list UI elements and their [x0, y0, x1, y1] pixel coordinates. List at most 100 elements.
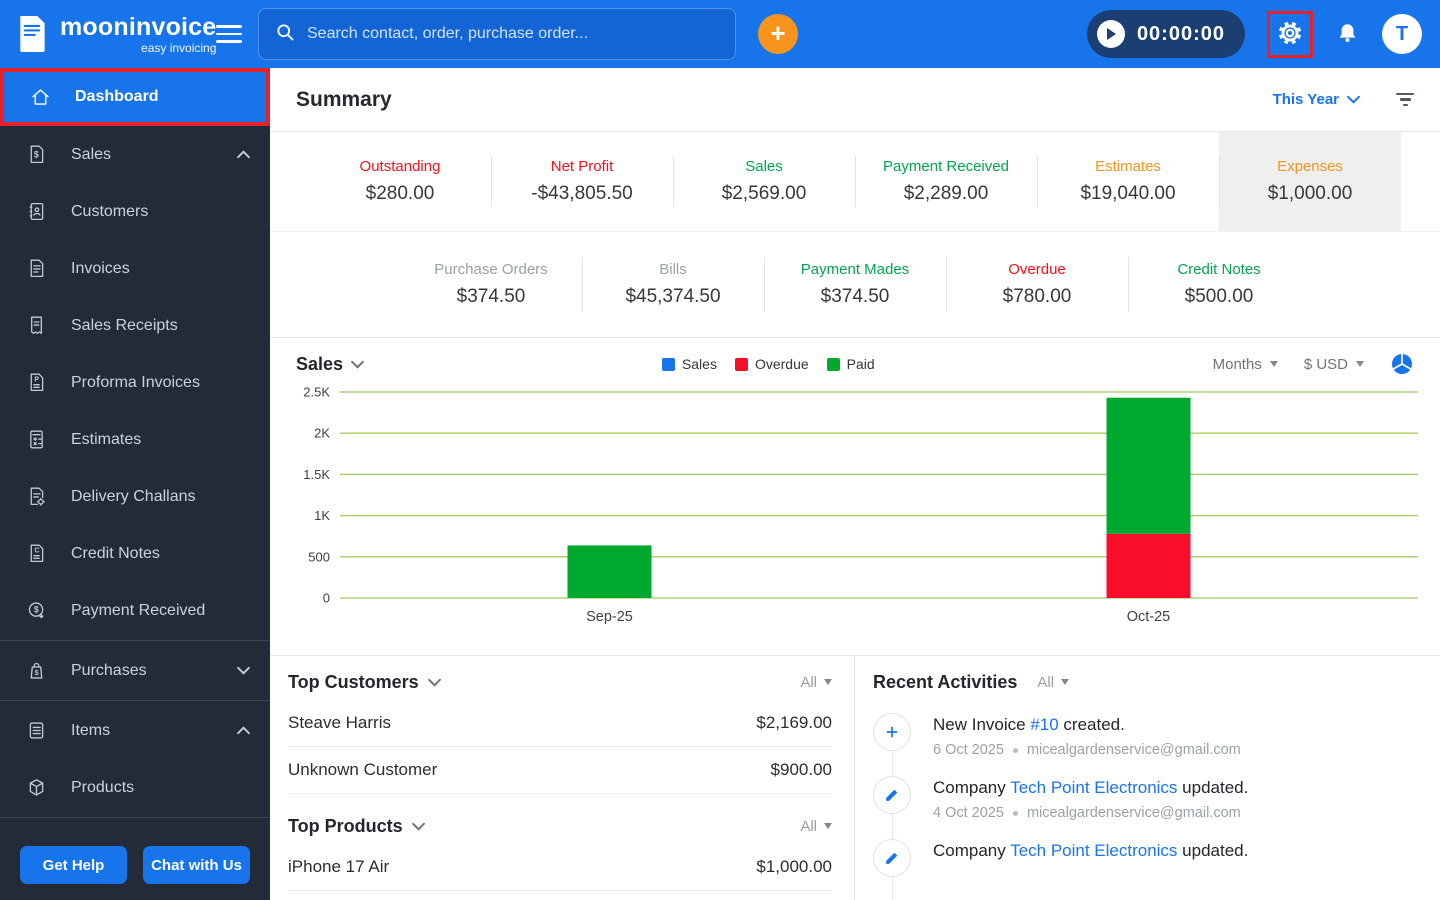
- legend-item-paid[interactable]: Paid: [826, 356, 875, 372]
- address-book-icon: [26, 201, 47, 222]
- top-products-dropdown[interactable]: Top Products: [288, 816, 425, 837]
- card-estimates[interactable]: Estimates $19,040.00: [1037, 132, 1219, 231]
- pie-chart-toggle[interactable]: [1390, 352, 1414, 376]
- sidebar-item-purchases[interactable]: $ Purchases: [0, 642, 270, 699]
- card-payment-mades[interactable]: Payment Mades $374.50: [764, 232, 946, 337]
- time-tracker-button[interactable]: 00:00:00: [1086, 10, 1245, 58]
- sidebar-item-dashboard[interactable]: Dashboard: [4, 72, 266, 122]
- main-content: Summary This Year Outstanding $280.00 Ne…: [270, 68, 1440, 900]
- interval-dropdown[interactable]: Months: [1213, 356, 1278, 373]
- recent-activities-filter[interactable]: All: [1037, 673, 1070, 691]
- activity-link[interactable]: #10: [1030, 715, 1058, 734]
- activity-item: Company Tech Point Electronics updated. …: [873, 767, 1416, 830]
- activity-suffix: created.: [1058, 715, 1125, 734]
- card-value: $374.50: [456, 286, 526, 307]
- card-label: Credit Notes: [1177, 261, 1261, 278]
- svg-text:C: C: [34, 548, 39, 555]
- sidebar-item-label: Delivery Challans: [71, 487, 196, 505]
- sidebar-item-customers[interactable]: Customers: [0, 183, 270, 240]
- card-payment-received[interactable]: Payment Received $2,289.00: [855, 132, 1037, 231]
- card-sales[interactable]: Sales $2,569.00: [673, 132, 855, 231]
- customer-name: Steave Harris: [288, 713, 391, 732]
- activity-text: New Invoice #10 created.: [933, 713, 1241, 735]
- top-customers-dropdown[interactable]: Top Customers: [288, 672, 441, 693]
- currency-dropdown[interactable]: $ USD: [1304, 356, 1364, 373]
- card-label: Bills: [659, 261, 687, 278]
- sidebar-item-label: Payment Received: [71, 601, 206, 619]
- card-overdue[interactable]: Overdue $780.00: [946, 232, 1128, 337]
- card-value: $2,289.00: [903, 183, 989, 204]
- sidebar-item-label: Sales Receipts: [71, 316, 178, 334]
- quick-add-button[interactable]: +: [758, 14, 798, 54]
- legend-item-overdue[interactable]: Overdue: [734, 356, 809, 372]
- receipt-icon: [26, 315, 47, 336]
- svg-text:0: 0: [323, 591, 330, 606]
- card-value: $780.00: [1002, 286, 1072, 307]
- settings-button[interactable]: [1275, 18, 1305, 51]
- sidebar-item-items[interactable]: Items: [0, 702, 270, 759]
- activity-email: micealgardenservice@gmail.com: [1026, 742, 1241, 758]
- search-input[interactable]: [307, 25, 719, 43]
- pencil-icon: [873, 776, 911, 814]
- delivery-doc-icon: [26, 486, 47, 507]
- legend-item-sales[interactable]: Sales: [661, 356, 717, 372]
- activity-timeline: New Invoice #10 created. 6 Oct 2025 mice…: [873, 704, 1416, 900]
- activity-link[interactable]: Tech Point Electronics: [1010, 778, 1177, 797]
- card-value: $1,000.00: [1267, 183, 1353, 204]
- get-help-button[interactable]: Get Help: [20, 846, 127, 884]
- legend-swatch: [826, 357, 840, 371]
- sidebar-item-estimates[interactable]: Estimates: [0, 411, 270, 468]
- legend-label: Sales: [681, 356, 717, 372]
- card-credit-notes[interactable]: Credit Notes $500.00: [1128, 232, 1310, 337]
- period-dropdown[interactable]: This Year: [1273, 91, 1360, 108]
- svg-text:$: $: [34, 605, 39, 615]
- svg-text:2.5K: 2.5K: [303, 385, 330, 400]
- sidebar-item-proforma-invoices[interactable]: P Proforma Invoices: [0, 354, 270, 411]
- card-bills[interactable]: Bills $45,374.50: [582, 232, 764, 337]
- card-label: Expenses: [1277, 158, 1343, 175]
- sidebar-item-sales-receipts[interactable]: Sales Receipts: [0, 297, 270, 354]
- sidebar-item-invoices[interactable]: Invoices: [0, 240, 270, 297]
- activity-meta: 4 Oct 2025 micealgardenservice@gmail.com: [933, 805, 1248, 821]
- top-products-filter[interactable]: All: [800, 818, 832, 835]
- notifications-button[interactable]: [1335, 20, 1360, 48]
- filter-icon[interactable]: [1396, 92, 1414, 107]
- activity-suffix: updated.: [1177, 841, 1249, 860]
- sidebar: Dashboard $ Sales Customers Invoices Sal…: [0, 68, 270, 900]
- activity-link[interactable]: Tech Point Electronics: [1010, 841, 1177, 860]
- top-customers-filter[interactable]: All: [800, 674, 832, 691]
- user-avatar[interactable]: T: [1382, 14, 1422, 54]
- bell-icon: [1335, 20, 1360, 48]
- card-value: $2,569.00: [721, 183, 807, 204]
- sidebar-item-credit-notes[interactable]: C Credit Notes: [0, 525, 270, 582]
- recent-activities-title: Recent Activities: [873, 671, 1018, 692]
- customer-row[interactable]: Steave Harris $2,169.00: [288, 700, 832, 747]
- filter-value: All: [800, 817, 817, 835]
- card-value: $500.00: [1184, 286, 1254, 307]
- sidebar-divider: [0, 700, 270, 701]
- sidebar-item-products[interactable]: Products: [0, 759, 270, 816]
- sidebar-item-label: Proforma Invoices: [71, 373, 200, 391]
- brand-logo[interactable]: mooninvoice easy invoicing: [0, 14, 216, 54]
- sidebar-item-sales[interactable]: $ Sales: [0, 126, 270, 183]
- filter-value: All: [1037, 673, 1055, 691]
- global-search[interactable]: [258, 8, 736, 60]
- customer-amount: $2,169.00: [756, 713, 832, 732]
- pencil-icon: [873, 839, 911, 877]
- sidebar-item-delivery-challans[interactable]: Delivery Challans: [0, 468, 270, 525]
- card-expenses[interactable]: Expenses $1,000.00: [1219, 132, 1401, 231]
- invoice-doc-icon: [26, 258, 47, 279]
- sidebar-item-payment-received[interactable]: $ Payment Received: [0, 582, 270, 639]
- invoice-logo-icon: [14, 14, 50, 54]
- card-net-profit[interactable]: Net Profit -$43,805.50: [491, 132, 673, 231]
- card-label: Estimates: [1095, 158, 1161, 175]
- recent-activities-panel: Recent Activities All New Invoice #10 cr…: [855, 656, 1440, 900]
- package-box-icon: [26, 777, 47, 798]
- product-row[interactable]: iPhone 17 Air $1,000.00: [288, 844, 832, 891]
- chat-with-us-button[interactable]: Chat with Us: [143, 846, 250, 884]
- card-purchase-orders[interactable]: Purchase Orders $374.50: [400, 232, 582, 337]
- customer-row[interactable]: Unknown Customer $900.00: [288, 747, 832, 794]
- card-outstanding[interactable]: Outstanding $280.00: [309, 132, 491, 231]
- menu-icon[interactable]: [216, 25, 242, 43]
- activity-prefix: Company: [933, 778, 1011, 797]
